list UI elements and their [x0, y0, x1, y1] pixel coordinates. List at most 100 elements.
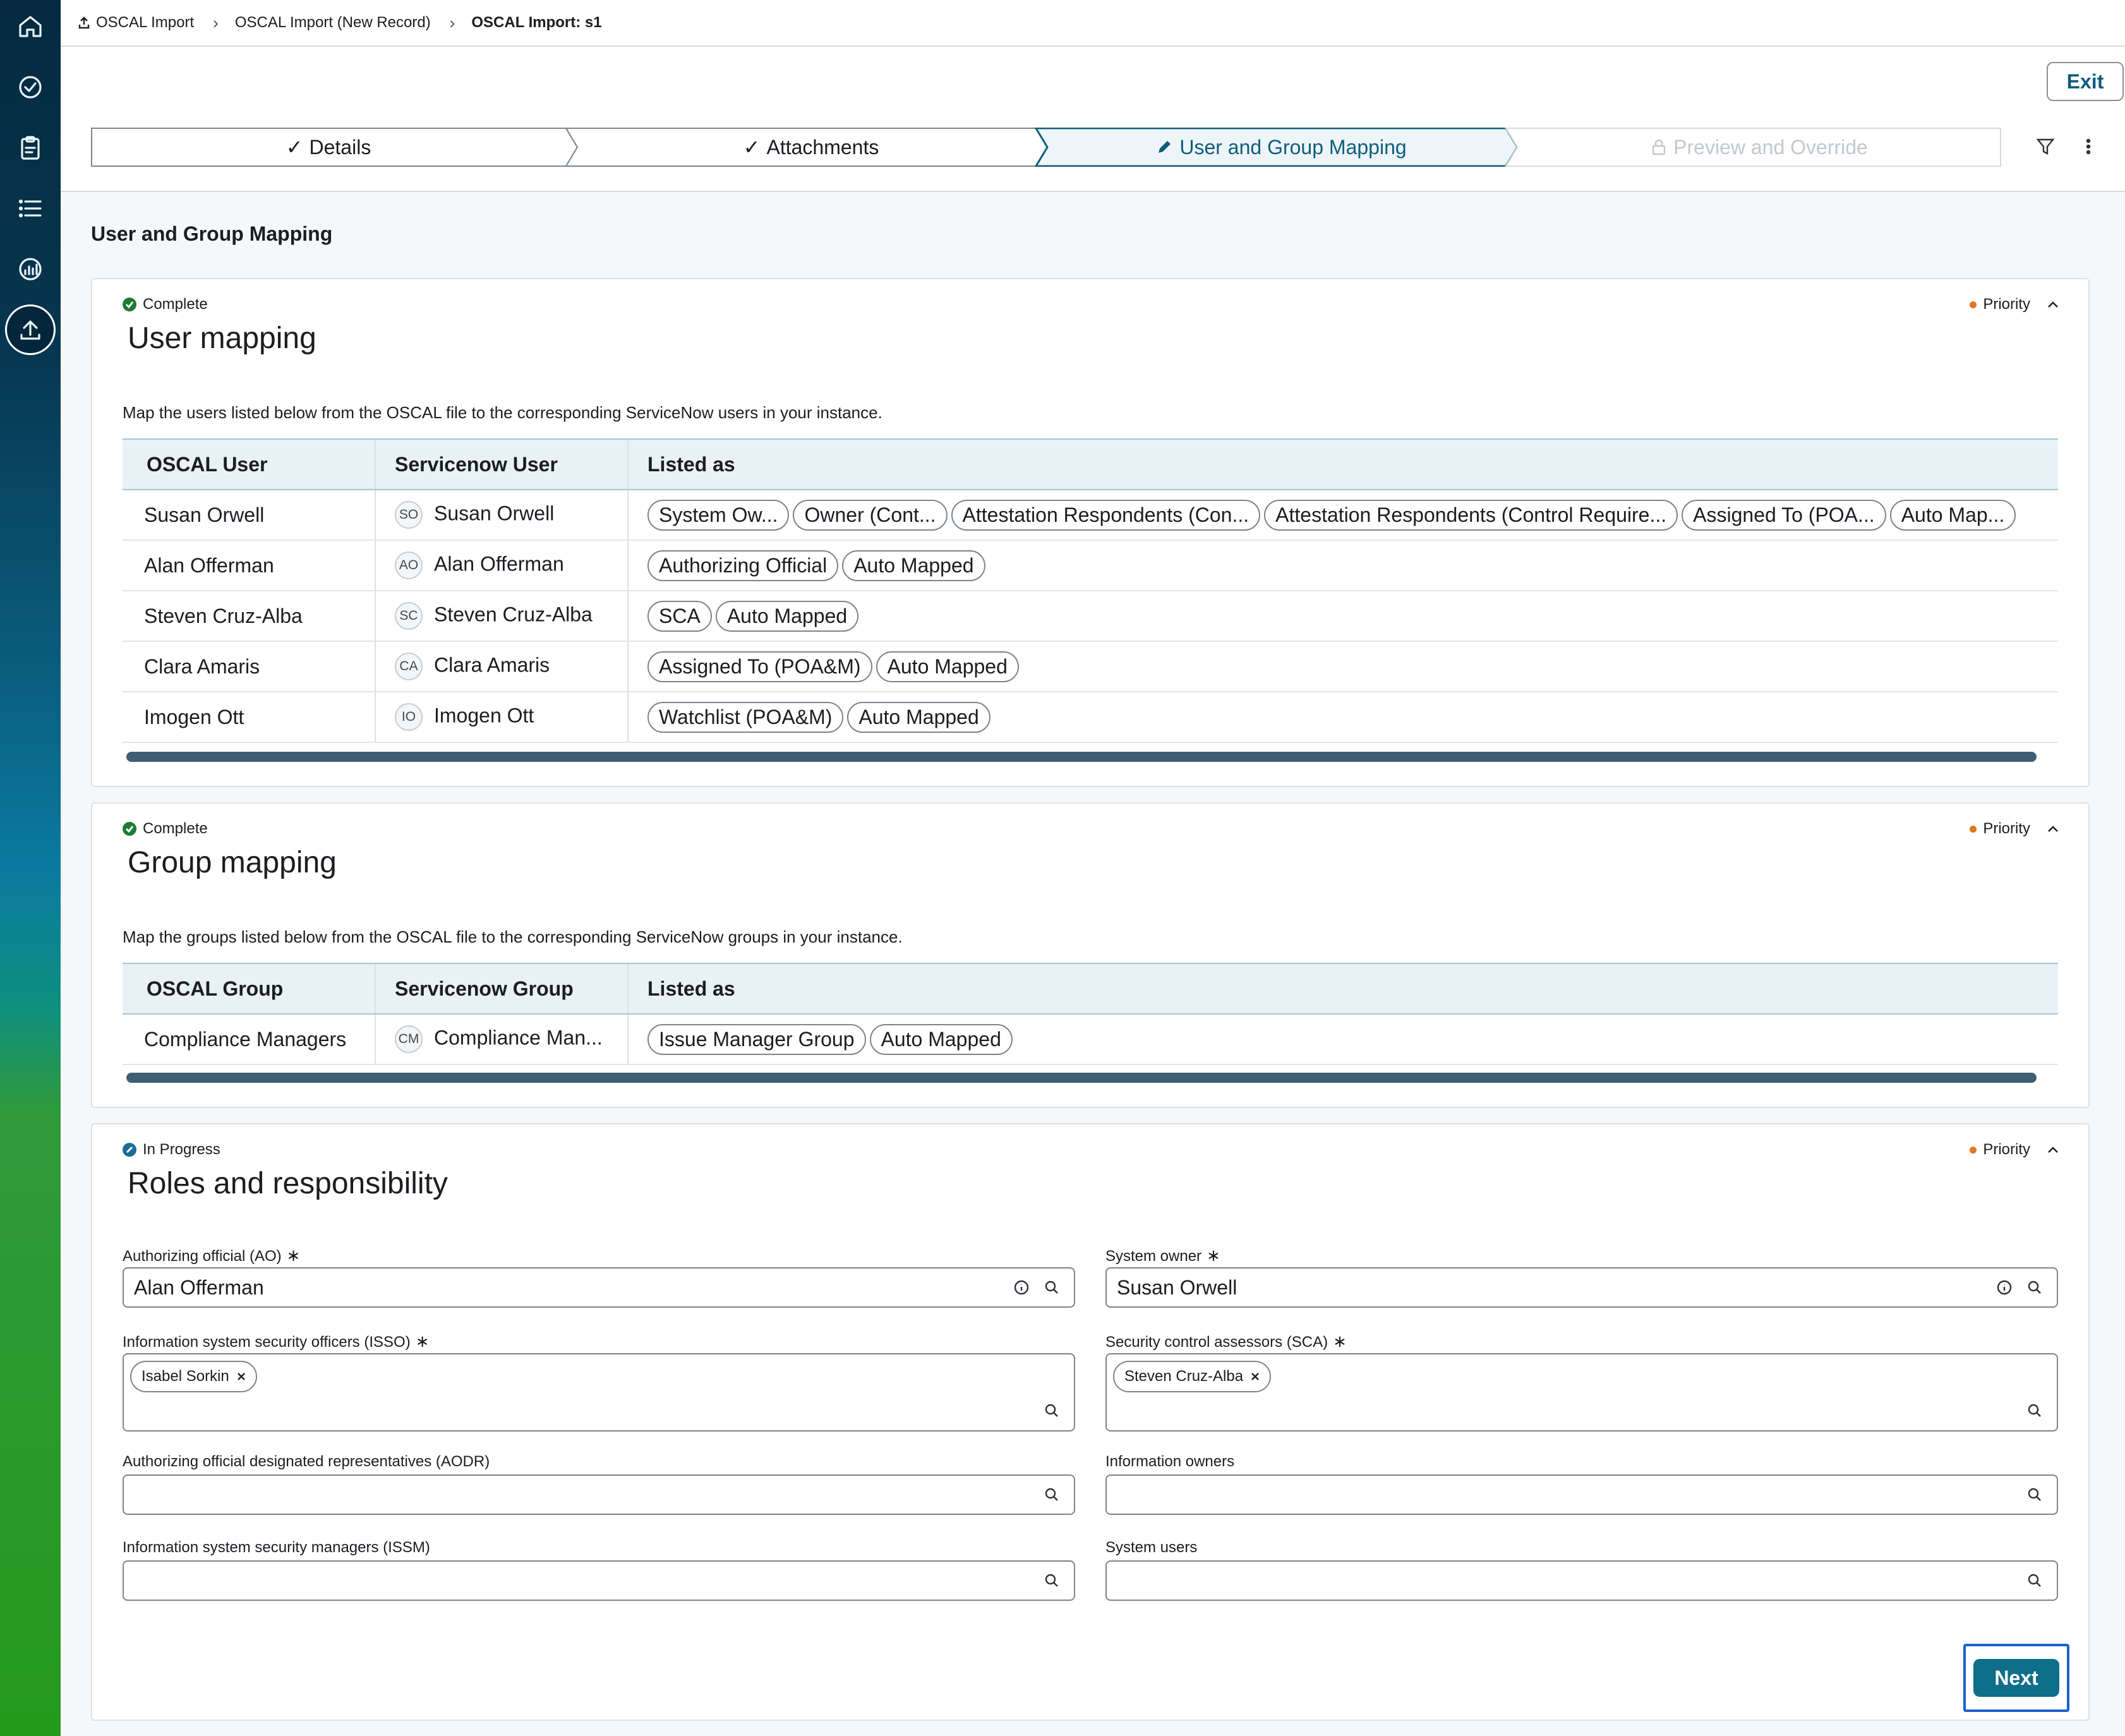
upload-icon: [78, 16, 90, 29]
breadcrumb-item-new-record[interactable]: OSCAL Import (New Record): [235, 14, 431, 32]
chevron-right-icon: ›: [213, 13, 219, 32]
search-icon[interactable]: [1044, 1486, 1060, 1503]
servicenow-cell[interactable]: AO Alan Offerman: [375, 540, 628, 591]
search-icon[interactable]: [2026, 1279, 2043, 1296]
list-icon[interactable]: [11, 190, 49, 227]
ao-field[interactable]: Alan Offerman: [123, 1267, 1075, 1308]
table-row[interactable]: Compliance Managers CM Compliance Man... Is…: [123, 1014, 2058, 1065]
isso-chip[interactable]: Isabel Sorkin: [130, 1361, 257, 1392]
role-pill: Attestation Respondents (Control Require…: [1264, 499, 1678, 531]
system-owner-field[interactable]: Susan Orwell: [1105, 1267, 2058, 1308]
role-pill: System Ow...: [647, 499, 790, 531]
priority-dot: [1970, 825, 1977, 833]
listed-as-cell: Authorizing Official Auto Mapped: [627, 540, 2058, 591]
table-row[interactable]: Susan Orwell SO Susan Orwell System Ow... Ow…: [123, 490, 2058, 541]
user-mapping-table: OSCAL User Servicenow User Listed as Sus…: [123, 438, 2058, 743]
oscal-name-cell: Compliance Managers: [123, 1014, 375, 1065]
search-icon[interactable]: [2026, 1572, 2043, 1589]
aodr-label: Authorizing official designated represen…: [123, 1453, 490, 1470]
priority-indicator[interactable]: Priority: [1970, 1141, 2061, 1159]
servicenow-cell[interactable]: CM Compliance Man...: [375, 1014, 628, 1065]
system-owner-label: System owner ∗: [1105, 1246, 1220, 1265]
home-icon[interactable]: [11, 8, 49, 45]
column-header[interactable]: OSCAL Group: [123, 963, 375, 1015]
search-icon[interactable]: [1044, 1279, 1060, 1296]
servicenow-cell[interactable]: SC Steven Cruz-Alba: [375, 591, 628, 642]
chevron-up-icon[interactable]: [2045, 297, 2061, 312]
role-pill: Watchlist (POA&M): [647, 701, 844, 733]
check-icon: ✓: [743, 136, 761, 159]
chevron-up-icon[interactable]: [2045, 1142, 2061, 1157]
isso-field[interactable]: Isabel Sorkin: [123, 1353, 1075, 1432]
priority-indicator[interactable]: Priority: [1970, 820, 2061, 838]
column-header[interactable]: Listed as: [627, 438, 2058, 490]
sca-chip[interactable]: Steven Cruz-Alba: [1113, 1361, 1272, 1392]
next-button-focus-ring: Next: [1963, 1644, 2069, 1712]
search-icon[interactable]: [1044, 1402, 1060, 1419]
check-circle-icon[interactable]: [11, 68, 49, 106]
servicenow-cell[interactable]: SO Susan Orwell: [375, 490, 628, 541]
next-button[interactable]: Next: [1973, 1659, 2059, 1697]
info-icon[interactable]: [1013, 1279, 1030, 1296]
close-icon[interactable]: [1249, 1371, 1261, 1382]
breadcrumb-item-current: OSCAL Import: s1: [471, 14, 602, 31]
search-icon[interactable]: [2026, 1486, 2043, 1503]
horizontal-scrollbar[interactable]: [126, 1073, 2037, 1083]
close-icon[interactable]: [236, 1371, 247, 1382]
role-pill: Issue Manager Group: [647, 1023, 866, 1055]
step-attachments[interactable]: ✓ Attachments: [577, 128, 1045, 167]
issm-field[interactable]: [123, 1560, 1075, 1601]
role-pill: Assigned To (POA...: [1682, 499, 1886, 531]
aodr-field[interactable]: [123, 1474, 1075, 1515]
avatar: SO: [395, 501, 423, 529]
column-header[interactable]: Listed as: [627, 963, 2058, 1015]
filter-icon[interactable]: [2032, 133, 2059, 160]
clipboard-icon[interactable]: [11, 129, 49, 167]
chevron-up-icon[interactable]: [2045, 821, 2061, 836]
servicenow-name: Clara Amaris: [434, 653, 550, 677]
role-pill: Assigned To (POA&M): [647, 651, 872, 682]
listed-as-cell: Issue Manager Group Auto Mapped: [627, 1014, 2058, 1065]
priority-indicator[interactable]: Priority: [1970, 296, 2061, 313]
breadcrumb-item-oscal-import[interactable]: OSCAL Import: [77, 14, 194, 32]
search-icon[interactable]: [2026, 1402, 2043, 1419]
status-badge: Complete: [123, 820, 208, 838]
priority-dot: [1970, 301, 1977, 308]
column-header[interactable]: Servicenow Group: [375, 963, 628, 1015]
information-owners-field[interactable]: [1105, 1474, 2058, 1515]
check-circle-icon: [123, 822, 136, 836]
role-pill: SCA: [647, 600, 712, 632]
status-badge: In Progress: [123, 1141, 220, 1159]
step-user-group-mapping[interactable]: User and Group Mapping: [1047, 128, 1515, 167]
avatar: AO: [395, 552, 423, 579]
servicenow-name: Alan Offerman: [434, 552, 564, 576]
section-description: Map the groups listed below from the OSC…: [123, 927, 903, 946]
servicenow-cell[interactable]: CA Clara Amaris: [375, 641, 628, 692]
column-header[interactable]: OSCAL User: [123, 438, 375, 490]
listed-as-cell: System Ow... Owner (Cont... Attestation Re…: [627, 490, 2058, 541]
table-row[interactable]: Imogen Ott IO Imogen Ott Watchlist (POA&M) A…: [123, 692, 2058, 743]
upload-icon[interactable]: [5, 304, 56, 355]
table-row[interactable]: Steven Cruz-Alba SC Steven Cruz-Alba SCA Aut…: [123, 591, 2058, 642]
exit-button[interactable]: Exit: [2047, 62, 2124, 101]
search-icon[interactable]: [1044, 1572, 1060, 1589]
column-header[interactable]: Servicenow User: [375, 438, 628, 490]
servicenow-name: Steven Cruz-Alba: [434, 603, 593, 626]
page-title: User and Group Mapping: [91, 222, 333, 245]
step-details[interactable]: ✓ Details: [91, 128, 566, 167]
isso-label: Information system security officers (IS…: [123, 1332, 430, 1351]
more-vertical-icon[interactable]: [2074, 133, 2102, 160]
oscal-name-cell: Clara Amaris: [123, 641, 375, 692]
system-users-field[interactable]: [1105, 1560, 2058, 1601]
dashboard-icon[interactable]: [11, 250, 49, 288]
servicenow-cell[interactable]: IO Imogen Ott: [375, 692, 628, 743]
table-row[interactable]: Clara Amaris CA Clara Amaris Assigned To (P…: [123, 641, 2058, 692]
role-pill: Attestation Respondents (Con...: [951, 499, 1261, 531]
sca-field[interactable]: Steven Cruz-Alba: [1105, 1353, 2058, 1432]
info-icon[interactable]: [1996, 1279, 2013, 1296]
role-pill: Auto Map...: [1889, 499, 2016, 531]
priority-dot: [1970, 1146, 1977, 1154]
table-row[interactable]: Alan Offerman AO Alan Offerman Authorizing …: [123, 540, 2058, 591]
horizontal-scrollbar[interactable]: [126, 752, 2037, 762]
information-owners-label: Information owners: [1105, 1453, 1235, 1470]
